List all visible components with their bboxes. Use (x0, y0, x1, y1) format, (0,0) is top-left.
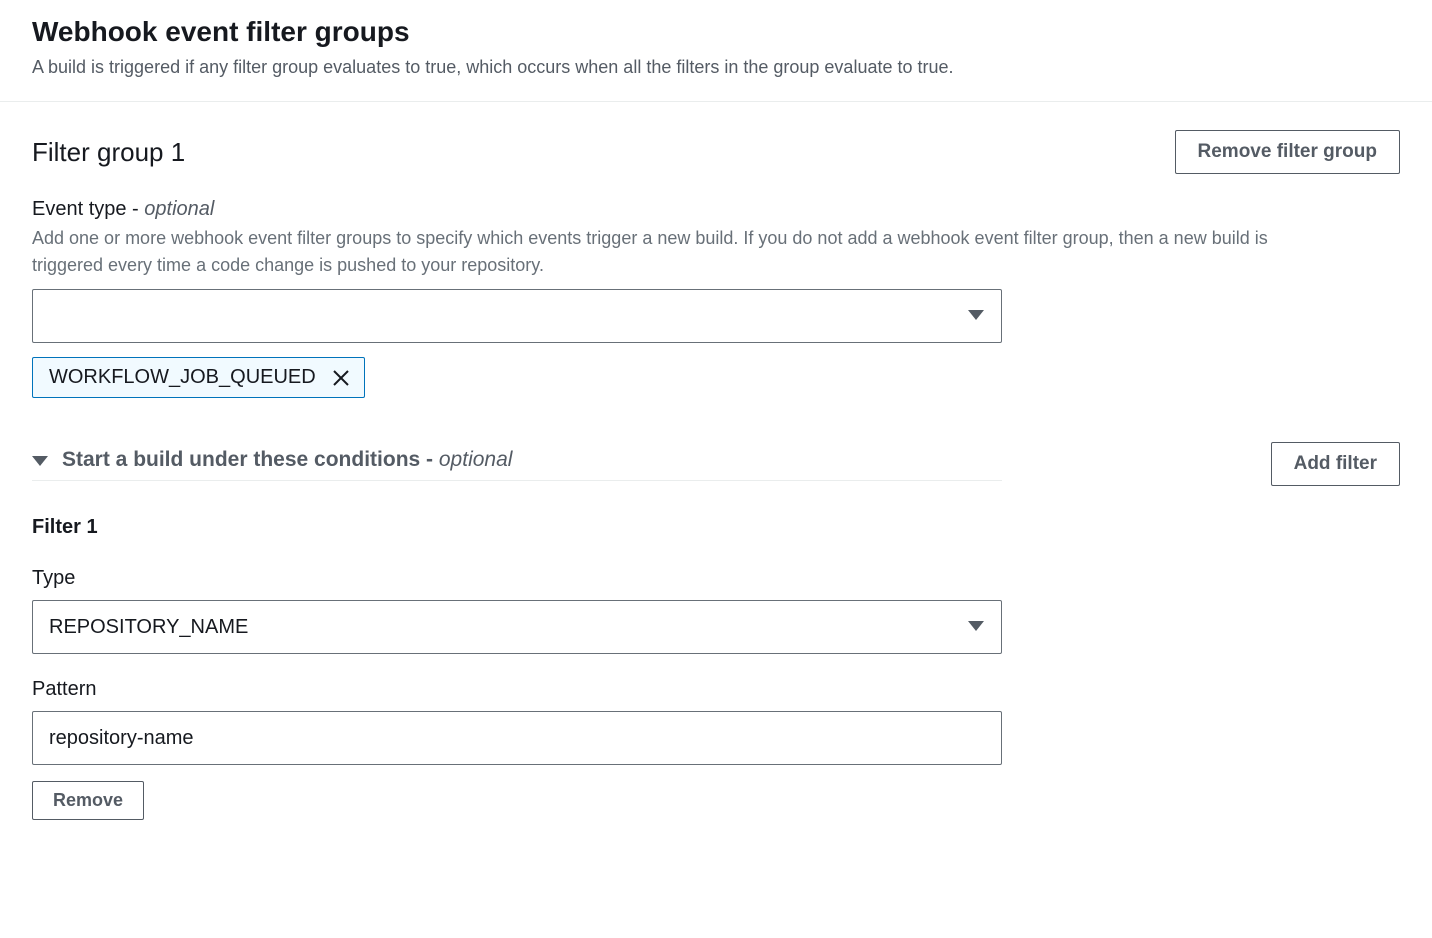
event-type-description: Add one or more webhook event filter gro… (32, 225, 1332, 279)
pattern-label: Pattern (32, 678, 1400, 701)
remove-filter-button[interactable]: Remove (32, 781, 144, 820)
expand-toggle-icon[interactable] (32, 454, 48, 466)
conditions-title: Start a build under these conditions - o… (62, 448, 512, 472)
pattern-input[interactable] (32, 711, 1002, 765)
remove-tag-button[interactable] (330, 367, 352, 389)
event-type-optional: optional (144, 198, 214, 220)
page-title: Webhook event filter groups (32, 16, 1400, 48)
conditions-title-text: Start a build under these conditions - (62, 448, 439, 471)
page-subtitle: A build is triggered if any filter group… (32, 54, 1400, 81)
event-type-select-value[interactable] (32, 289, 1002, 343)
remove-filter-group-button[interactable]: Remove filter group (1175, 130, 1400, 174)
conditions-optional: optional (439, 448, 513, 471)
event-type-select[interactable] (32, 289, 1002, 343)
filter-type-select[interactable]: REPOSITORY_NAME (32, 600, 1002, 654)
section-divider (0, 101, 1432, 102)
filter-type-select-value[interactable]: REPOSITORY_NAME (32, 600, 1002, 654)
event-type-label: Event type - optional (32, 198, 1400, 221)
event-type-tag: WORKFLOW_JOB_QUEUED (32, 357, 365, 398)
filter-type-label: Type (32, 567, 1400, 590)
filter-heading: Filter 1 (32, 516, 1400, 539)
close-icon (332, 369, 350, 387)
event-type-tag-label: WORKFLOW_JOB_QUEUED (49, 366, 316, 389)
filter-group-title: Filter group 1 (32, 137, 185, 168)
event-type-label-text: Event type - (32, 198, 144, 220)
add-filter-button[interactable]: Add filter (1271, 442, 1400, 486)
